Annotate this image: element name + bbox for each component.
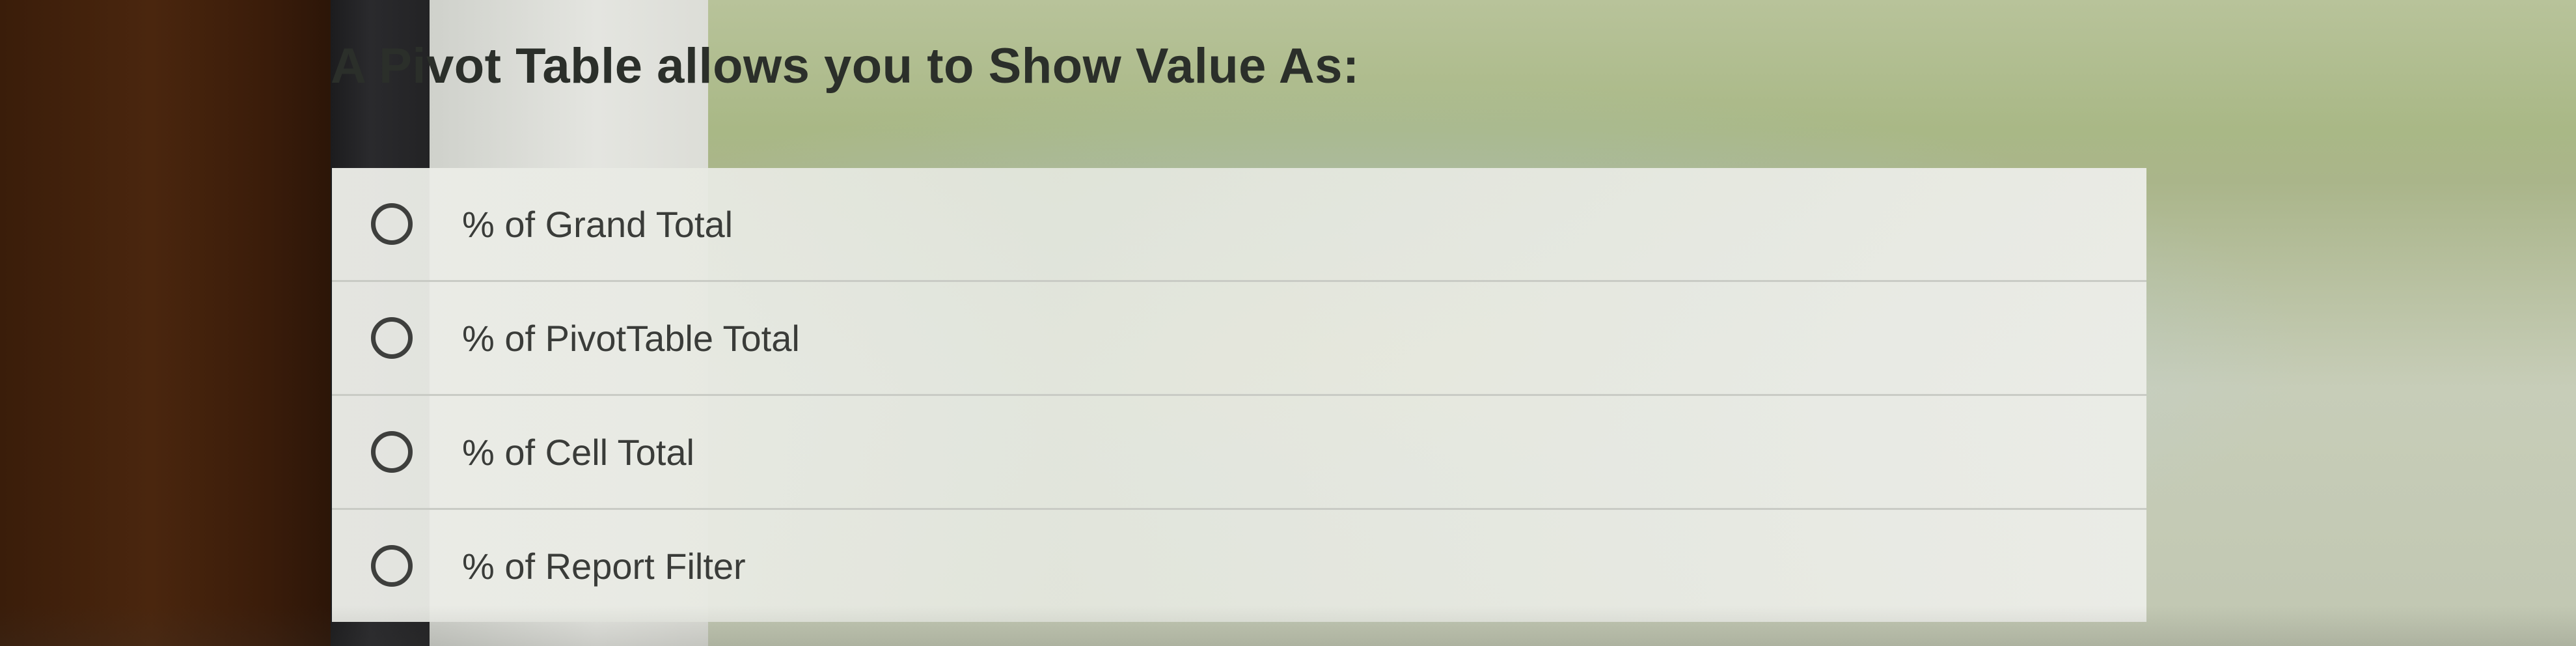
- photo-scene: A Pivot Table allows you to Show Value A…: [0, 0, 2576, 646]
- answer-option-label: % of Cell Total: [462, 431, 694, 473]
- answer-option[interactable]: % of Cell Total: [332, 396, 2146, 510]
- answer-option-label: % of Grand Total: [462, 203, 733, 245]
- answer-option-label: % of Report Filter: [462, 545, 746, 587]
- answer-option[interactable]: % of Report Filter: [332, 510, 2146, 622]
- desk-background: [0, 0, 335, 646]
- radio-button-icon[interactable]: [371, 545, 413, 587]
- radio-button-icon[interactable]: [371, 203, 413, 245]
- answer-options: % of Grand Total % of PivotTable Total %…: [332, 168, 2146, 622]
- answer-option-label: % of PivotTable Total: [462, 317, 800, 359]
- radio-button-icon[interactable]: [371, 431, 413, 473]
- answer-option[interactable]: % of PivotTable Total: [332, 282, 2146, 396]
- answer-option[interactable]: % of Grand Total: [332, 168, 2146, 282]
- radio-button-icon[interactable]: [371, 317, 413, 359]
- question-text: A Pivot Table allows you to Show Value A…: [331, 38, 1360, 94]
